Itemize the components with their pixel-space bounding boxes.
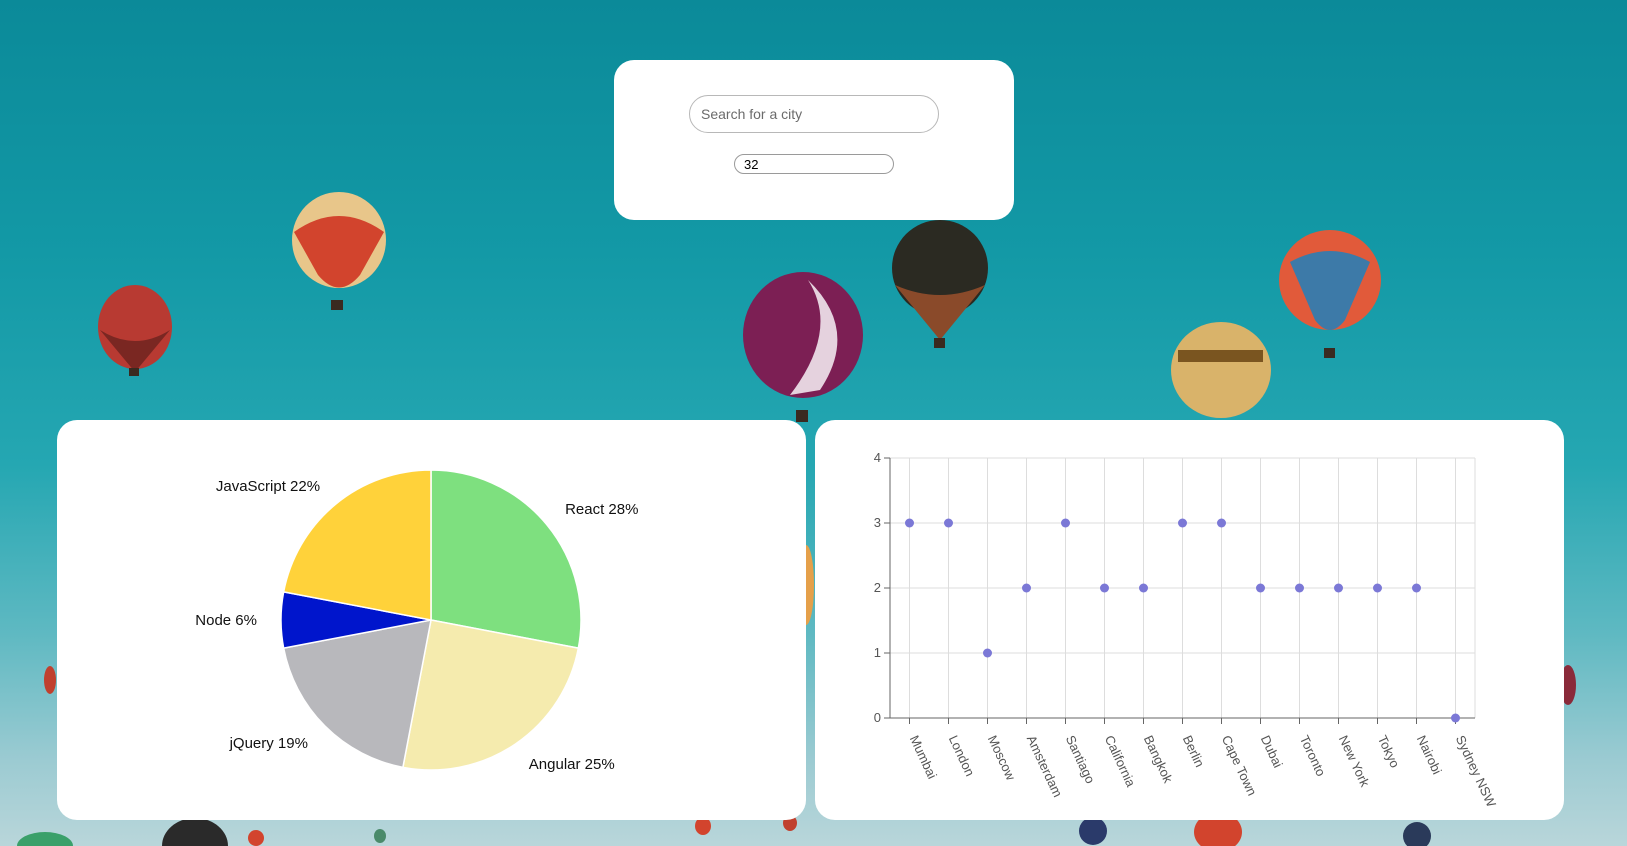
scatter-point[interactable] xyxy=(1256,583,1265,593)
scatter-point[interactable] xyxy=(1100,583,1109,593)
x-tick-label: Nairobi xyxy=(1414,733,1445,777)
x-tick-label: London xyxy=(946,733,978,779)
y-tick-label: 1 xyxy=(874,645,881,660)
scatter-chart-panel: 0 1 2 3 4 Mumbai London Moscow Amsterdam Santiago… xyxy=(815,420,1564,820)
scatter-point[interactable] xyxy=(1022,583,1031,593)
pie-slice[interactable] xyxy=(402,619,580,771)
x-tick-label: Santiago xyxy=(1063,733,1098,786)
scatter-point[interactable] xyxy=(1061,518,1070,528)
x-tick-label: Bangkok xyxy=(1141,733,1176,786)
x-tick-label: California xyxy=(1102,733,1139,790)
pie-slice-label: React 28% xyxy=(565,501,638,518)
x-tick-label: Berlin xyxy=(1180,733,1208,769)
pie-slice-label: jQuery 19% xyxy=(229,735,308,752)
scatter-point[interactable] xyxy=(1295,583,1304,593)
scatter-point[interactable] xyxy=(1412,583,1421,593)
scatter-point[interactable] xyxy=(905,518,914,528)
scatter-point[interactable] xyxy=(1178,518,1187,528)
scatter-point[interactable] xyxy=(944,518,953,528)
scatter-point[interactable] xyxy=(1139,583,1148,593)
x-tick-label: Mumbai xyxy=(907,733,940,781)
x-tick-label: Dubai xyxy=(1258,733,1286,770)
scatter-point[interactable] xyxy=(983,648,992,658)
x-tick-label: Tokyo xyxy=(1375,733,1403,770)
x-tick-label: Amsterdam xyxy=(1024,733,1066,800)
scatter-point[interactable] xyxy=(1451,713,1460,723)
y-tick-label: 0 xyxy=(874,710,881,725)
pie-slice-label: Angular 25% xyxy=(529,756,615,773)
x-tick-label: Moscow xyxy=(985,733,1019,783)
pie-slice-label: JavaScript 22% xyxy=(216,478,320,495)
scatter-point[interactable] xyxy=(1217,518,1226,528)
search-panel xyxy=(614,60,1014,220)
scatter-point[interactable] xyxy=(1373,583,1382,593)
pie-chart: React 28% Angular 25% jQuery 19% Node 6% Jav… xyxy=(195,469,638,773)
x-tick-label: Toronto xyxy=(1297,733,1329,779)
pie-slice[interactable] xyxy=(430,469,582,649)
scatter-chart: 0 1 2 3 4 Mumbai London Moscow AmsterdamSantiago… xyxy=(874,450,1500,810)
x-tick-label: Sydney NSW xyxy=(1453,733,1500,810)
pie-chart-panel: React 28% Angular 25% jQuery 19% Node 6% Jav… xyxy=(57,420,806,820)
scatter-point[interactable] xyxy=(1334,583,1343,593)
count-field[interactable] xyxy=(734,154,894,174)
city-search-input[interactable] xyxy=(689,95,939,133)
y-tick-label: 3 xyxy=(874,515,881,530)
pie-slice-label: Node 6% xyxy=(195,612,257,629)
x-tick-label: New York xyxy=(1336,733,1373,790)
y-tick-label: 4 xyxy=(874,450,881,465)
x-tick-label: Cape Town xyxy=(1219,733,1260,798)
y-tick-label: 2 xyxy=(874,580,881,595)
